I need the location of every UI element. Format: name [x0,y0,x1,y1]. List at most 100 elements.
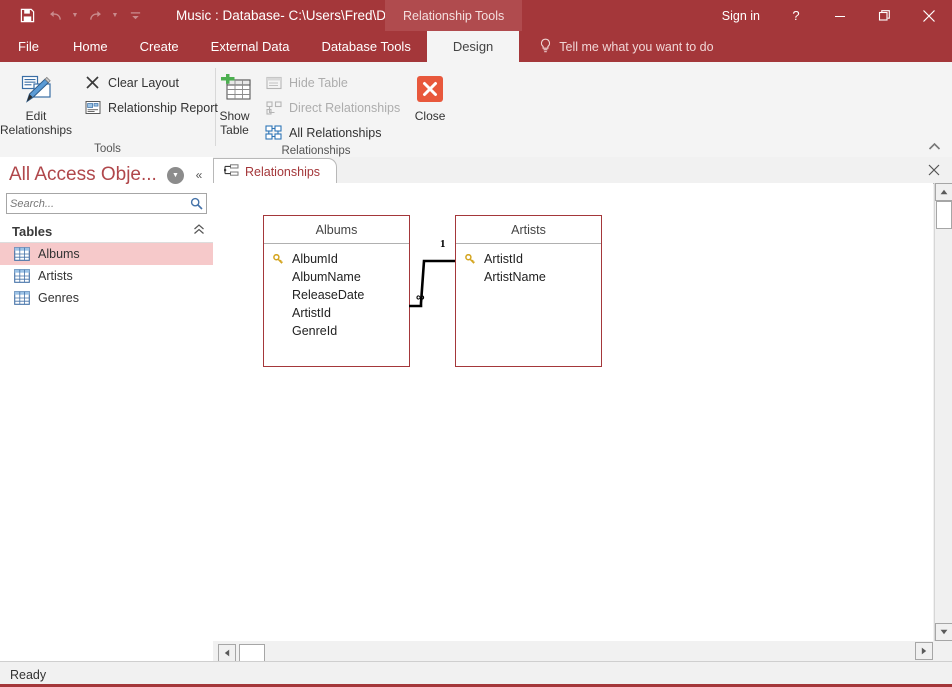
ribbon-group-relationships: Show Table Hide Table Direct Relationshi… [216,62,448,157]
navigation-pane: All Access Obje... ▼ « Tables Albums [0,157,214,663]
direct-relationships-label: Direct Relationships [289,100,401,115]
show-table-icon [218,71,252,107]
diagram-field[interactable]: AlbumName [264,268,409,286]
search-icon[interactable] [186,197,206,210]
scroll-right-icon[interactable] [915,642,933,660]
diagram-table-title: Albums [264,216,409,244]
edit-relationships-button[interactable]: Edit Relationships [0,66,72,138]
navigation-search-wrap [0,193,213,214]
relationship-report-label: Relationship Report [108,100,218,115]
ribbon-tab-database-tools[interactable]: Database Tools [305,31,426,62]
direct-relationships-button[interactable]: Direct Relationships [259,96,406,119]
sidebar-item-albums[interactable]: Albums [0,243,213,265]
diagram-field[interactable]: GenreId [264,322,409,340]
direct-relationships-icon [265,99,282,116]
close-document-icon[interactable] [924,160,944,180]
diagram-field[interactable]: ArtistId [456,250,601,268]
diagram-table-albums[interactable]: Albums AlbumId AlbumName ReleaseDate Art… [263,215,410,367]
help-icon[interactable]: ? [774,0,818,31]
ribbon-tab-bar: File Home Create External Data Database … [0,31,952,62]
undo-icon[interactable] [42,4,68,28]
ribbon-tab-home[interactable]: Home [57,31,124,62]
ribbon-tab-design[interactable]: Design [426,31,520,62]
diagram-table-fields: AlbumId AlbumName ReleaseDate ArtistId G… [264,244,409,340]
lightbulb-icon [539,38,552,56]
save-icon[interactable] [14,4,40,28]
hide-table-button[interactable]: Hide Table [259,71,406,94]
document-tab-label: Relationships [245,164,321,179]
cardinality-one-label: 1 [440,238,446,250]
table-icon [14,269,30,283]
redo-dropdown-icon[interactable]: ▼ [110,4,120,28]
sidebar-item-label: Albums [38,247,80,261]
diagram-field[interactable]: ReleaseDate [264,286,409,304]
ribbon-tab-external-data[interactable]: External Data [195,31,306,62]
close-button-label: Close [414,109,446,123]
diagram-field[interactable]: AlbumId [264,250,409,268]
ribbon-tab-file[interactable]: File [0,31,57,62]
customize-quick-access-icon[interactable] [122,4,148,28]
ribbon-tab-create[interactable]: Create [124,31,195,62]
close-relationships-button[interactable]: Close [412,66,448,124]
edit-relationships-icon [19,71,53,107]
clear-layout-button[interactable]: Clear Layout [78,71,224,94]
scroll-down-icon[interactable] [935,623,952,641]
collapse-ribbon-icon[interactable] [924,137,944,155]
vertical-scroll-thumb[interactable] [936,201,952,229]
scroll-left-icon[interactable] [218,644,236,662]
all-relationships-icon [265,124,282,141]
title-bar: ▼ ▼ Music : Database- C:\Users\Fred\Docu… [0,0,952,31]
table-icon [14,247,30,261]
all-relationships-label: All Relationships [289,125,382,140]
cardinality-many-label: ∞ [416,290,425,304]
quick-access-toolbar: ▼ ▼ [0,4,148,28]
show-table-label-line2: Table [220,122,249,137]
horizontal-scroll-track[interactable] [218,644,265,662]
relationship-report-button[interactable]: Relationship Report [78,96,224,119]
search-input[interactable] [7,194,186,213]
contextual-tab-title: Relationship Tools [385,0,523,31]
navigation-group-tables[interactable]: Tables [0,220,213,243]
edit-relationships-label-line2: Relationships [0,122,73,137]
relationships-canvas[interactable]: Albums AlbumId AlbumName ReleaseDate Art… [213,183,933,641]
diagram-field[interactable]: ArtistName [456,268,601,286]
tab-relationships[interactable]: Relationships [213,158,338,184]
navigation-pane-header: All Access Obje... ▼ « [0,157,213,193]
show-table-label-line1: Show [219,109,250,123]
document-tab-bar: Relationships [213,157,952,184]
navigation-pane-title: All Access Obje... [9,164,157,185]
close-icon[interactable] [906,0,952,31]
scroll-up-icon[interactable] [935,183,952,201]
restore-icon[interactable] [862,0,906,31]
chevron-down-icon[interactable]: ▼ [166,165,185,185]
redo-icon[interactable] [82,4,108,28]
table-icon [14,291,30,305]
show-table-button[interactable]: Show Table [216,66,253,138]
ribbon-group-label-tools: Tools [94,142,121,155]
hide-table-label: Hide Table [289,75,348,90]
minimize-icon[interactable] [818,0,862,31]
diagram-field-label: ArtistId [292,306,331,320]
diagram-field[interactable]: ArtistId [264,304,409,322]
tell-me-search[interactable]: Tell me what you want to do [525,31,727,62]
clear-layout-icon [84,74,101,91]
sidebar-item-label: Genres [38,291,79,305]
diagram-table-title: Artists [456,216,601,244]
horizontal-scroll-thumb[interactable] [239,644,265,662]
horizontal-scrollbar[interactable] [213,642,935,662]
sidebar-item-artists[interactable]: Artists [0,265,213,287]
diagram-table-artists[interactable]: Artists ArtistId ArtistName [455,215,602,367]
diagram-field-label: AlbumId [292,252,338,266]
all-relationships-button[interactable]: All Relationships [259,121,406,144]
navigation-search[interactable] [6,193,207,214]
access-window: ▼ ▼ Music : Database- C:\Users\Fred\Docu… [0,0,952,687]
double-chevron-left-icon[interactable]: « [191,168,207,182]
vertical-scrollbar[interactable] [934,183,952,641]
clear-layout-label: Clear Layout [108,75,179,90]
sign-in-button[interactable]: Sign in [708,9,774,23]
relationships-icon [223,163,239,180]
double-chevron-up-icon[interactable] [193,224,205,238]
diagram-table-fields: ArtistId ArtistName [456,244,601,286]
sidebar-item-genres[interactable]: Genres [0,287,213,309]
undo-dropdown-icon[interactable]: ▼ [70,4,80,28]
